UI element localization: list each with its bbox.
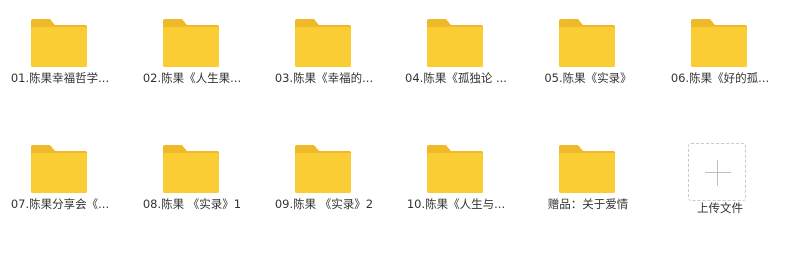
folder-name: 03.陈果《幸福的... — [274, 71, 374, 85]
folder-name: 01.陈果幸福哲学... — [10, 71, 110, 85]
folder-item[interactable]: 03.陈果《幸福的... — [264, 0, 384, 110]
folder-item[interactable]: 05.陈果《实录》 — [528, 0, 648, 110]
folder-item[interactable]: 08.陈果 《实录》1 — [132, 126, 252, 236]
folder-name: 04.陈果《孤独论 ... — [405, 71, 507, 85]
folder-icon — [427, 145, 483, 193]
upload-file-button[interactable]: 上传文件 — [660, 126, 780, 236]
folder-name: 08.陈果 《实录》1 — [142, 197, 242, 211]
folder-name: 09.陈果 《实录》2 — [274, 197, 374, 211]
folder-name: 10.陈果《人生与... — [406, 197, 506, 211]
folder-icon — [295, 19, 351, 67]
folder-icon — [559, 19, 615, 67]
folder-item[interactable]: 07.陈果分享会《... — [0, 126, 120, 236]
folder-item[interactable]: 10.陈果《人生与... — [396, 126, 516, 236]
upload-box[interactable] — [688, 143, 746, 201]
folder-item[interactable]: 06.陈果《好的孤... — [660, 0, 780, 110]
file-grid: 01.陈果幸福哲学... 02.陈果《人生果... 03.陈果《幸福的... 0… — [0, 0, 800, 270]
folder-item[interactable]: 02.陈果《人生果... — [132, 0, 252, 110]
folder-name: 赠品：关于爱情 — [547, 197, 629, 211]
folder-name: 02.陈果《人生果... — [142, 71, 242, 85]
upload-label: 上传文件 — [697, 201, 743, 215]
folder-name: 07.陈果分享会《... — [10, 197, 110, 211]
plus-icon — [717, 160, 718, 186]
folder-item[interactable]: 01.陈果幸福哲学... — [0, 0, 120, 110]
folder-icon — [691, 19, 747, 67]
folder-icon — [163, 19, 219, 67]
folder-item[interactable]: 04.陈果《孤独论 ... — [396, 0, 516, 110]
folder-item[interactable]: 09.陈果 《实录》2 — [264, 126, 384, 236]
folder-item[interactable]: 赠品：关于爱情 — [528, 126, 648, 236]
folder-icon — [31, 145, 87, 193]
folder-icon — [163, 145, 219, 193]
folder-icon — [559, 145, 615, 193]
folder-icon — [427, 19, 483, 67]
folder-name: 05.陈果《实录》 — [544, 71, 632, 85]
folder-icon — [295, 145, 351, 193]
plus-icon — [705, 172, 731, 173]
folder-icon — [31, 19, 87, 67]
folder-name: 06.陈果《好的孤... — [670, 71, 770, 85]
